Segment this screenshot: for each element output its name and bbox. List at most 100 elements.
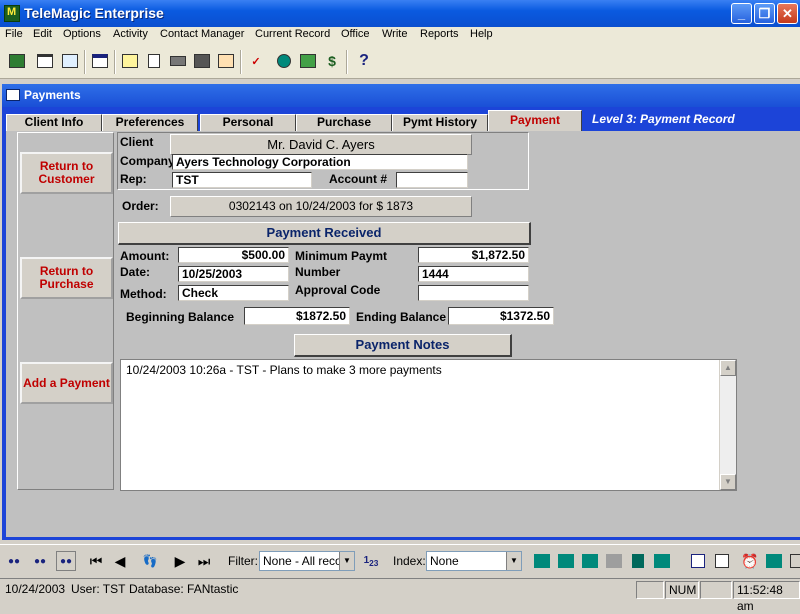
phone-icon[interactable] (764, 551, 784, 571)
first-record-icon[interactable]: ⏮ (86, 551, 106, 571)
tab-strip: Client Info Preferences Personal Purchas… (2, 107, 800, 131)
notes-icon[interactable] (118, 49, 142, 73)
close-button[interactable]: ✕ (777, 3, 798, 24)
menu-write[interactable]: Write (382, 28, 407, 40)
tab-personal[interactable]: Personal (200, 114, 296, 131)
view-medium-icon[interactable]: ●● (30, 551, 50, 571)
menu-activity[interactable]: Activity (113, 28, 148, 40)
tab-payment[interactable]: Payment (488, 110, 582, 131)
list-icon[interactable] (33, 49, 57, 73)
client-label: Client (120, 135, 154, 149)
phone-dial-icon[interactable] (580, 551, 600, 571)
previous-record-icon[interactable]: ◀ (110, 551, 130, 571)
payment-notes-textarea[interactable]: 10/24/2003 10:26a - TST - Plans to make … (120, 359, 737, 491)
menu-options[interactable]: Options (63, 28, 101, 40)
address-book-icon[interactable] (5, 49, 29, 73)
amount-field[interactable]: $500.00 (178, 247, 289, 263)
phone-search-icon[interactable] (556, 551, 576, 571)
minimum-payment-label: Minimum Paymt (295, 249, 388, 263)
next-record-icon[interactable]: ▶ (170, 551, 190, 571)
client-name: Mr. David C. Ayers (170, 134, 472, 155)
window-icon[interactable] (712, 551, 732, 571)
menu-contact-manager[interactable]: Contact Manager (160, 28, 244, 40)
date-label: Date: (120, 265, 151, 279)
status-pane-scroll (700, 581, 732, 599)
menu-bar: File Edit Options Activity Contact Manag… (0, 27, 800, 45)
beginning-balance-label: Beginning Balance (126, 310, 235, 324)
return-to-customer-button[interactable]: Return to Customer (20, 152, 113, 194)
phone-icon[interactable] (296, 49, 320, 73)
spell-check-icon[interactable]: ✓ (244, 49, 268, 73)
printer-icon[interactable] (166, 49, 190, 73)
nav-button-column: Return to Customer Return to Purchase Ad… (17, 132, 114, 490)
main-toolbar: ✓ $ ? (0, 45, 800, 79)
phone-hold-icon[interactable] (604, 551, 624, 571)
return-to-purchase-button[interactable]: Return to Purchase (20, 257, 113, 299)
window-title: TeleMagic Enterprise (24, 5, 164, 21)
date-field[interactable]: 10/25/2003 (178, 266, 289, 282)
scroll-up-icon[interactable]: ▲ (720, 360, 736, 376)
payments-title-bar[interactable]: Payments (2, 84, 800, 107)
account-field[interactable] (396, 172, 468, 188)
order-label: Order: (122, 199, 159, 213)
payments-window: Payments Client Info Preferences Persona… (2, 84, 800, 540)
tab-purchase[interactable]: Purchase (296, 114, 392, 131)
edit-note-icon[interactable] (688, 551, 708, 571)
payments-icon (6, 89, 20, 101)
filter-label: Filter: (228, 554, 258, 568)
alarm-icon[interactable]: ⏰ (740, 551, 760, 571)
footsteps-icon[interactable]: 👣 (140, 551, 160, 571)
view-large-icon[interactable]: ●● (56, 551, 76, 571)
number-field[interactable]: 1444 (418, 266, 529, 282)
last-record-icon[interactable]: ⏭ (194, 551, 214, 571)
menu-file[interactable]: File (5, 28, 23, 40)
tab-pymt-history[interactable]: Pymt History (392, 114, 488, 131)
trash-icon[interactable] (628, 551, 648, 571)
rep-field[interactable]: TST (172, 172, 312, 188)
company-field[interactable]: Ayers Technology Corporation (172, 154, 468, 170)
rep-label: Rep: (120, 172, 147, 186)
company-label: Company (120, 154, 175, 168)
chevron-down-icon[interactable]: ▼ (506, 552, 521, 570)
notes-scrollbar[interactable]: ▲ ▼ (719, 360, 736, 490)
title-bar[interactable]: TeleMagic Enterprise _ ❐ ✕ (0, 0, 800, 27)
menu-current-record[interactable]: Current Record (255, 28, 330, 40)
restore-button[interactable]: ❐ (754, 3, 775, 24)
fax-icon[interactable] (190, 49, 214, 73)
amount-label: Amount: (120, 249, 170, 263)
minimize-button[interactable]: _ (731, 3, 752, 24)
view-small-icon[interactable]: ●● (4, 551, 24, 571)
status-bar: 10/24/2003 User: TST Database: FANtastic… (0, 578, 800, 613)
sort-numeric-icon[interactable]: 123 (361, 551, 381, 571)
search-icon[interactable] (272, 49, 296, 73)
status-time: 11:52:48 am (733, 581, 800, 613)
tab-preferences[interactable]: Preferences (102, 114, 198, 131)
tab-client-info[interactable]: Client Info (6, 114, 102, 131)
phone-hangup-icon[interactable] (652, 551, 672, 571)
letter-icon[interactable] (214, 49, 238, 73)
help-icon[interactable]: ? (352, 49, 376, 73)
menu-office[interactable]: Office (341, 28, 370, 40)
document-icon[interactable] (142, 49, 166, 73)
filter-select[interactable]: None - All recor ▼ (259, 551, 355, 571)
payment-received-header: Payment Received (118, 222, 531, 245)
ending-balance-field: $1372.50 (448, 307, 554, 325)
phone-call-icon[interactable] (532, 551, 552, 571)
approval-code-field[interactable] (418, 285, 529, 301)
add-payment-button[interactable]: Add a Payment (20, 362, 113, 404)
menu-reports[interactable]: Reports (420, 28, 459, 40)
account-label: Account # (329, 172, 388, 186)
index-select[interactable]: None ▼ (426, 551, 522, 571)
grid-icon[interactable] (786, 551, 800, 571)
menu-help[interactable]: Help (470, 28, 493, 40)
status-pane-caps (636, 581, 664, 599)
filter-select-value: None - All recor (263, 554, 346, 568)
minimum-payment-field[interactable]: $1,872.50 (418, 247, 529, 263)
method-field[interactable]: Check (178, 285, 289, 301)
dollar-icon[interactable]: $ (320, 49, 344, 73)
calendar-icon[interactable] (88, 49, 112, 73)
menu-edit[interactable]: Edit (33, 28, 52, 40)
card-icon[interactable] (58, 49, 82, 73)
scroll-down-icon[interactable]: ▼ (720, 474, 736, 490)
chevron-down-icon[interactable]: ▼ (339, 552, 354, 570)
